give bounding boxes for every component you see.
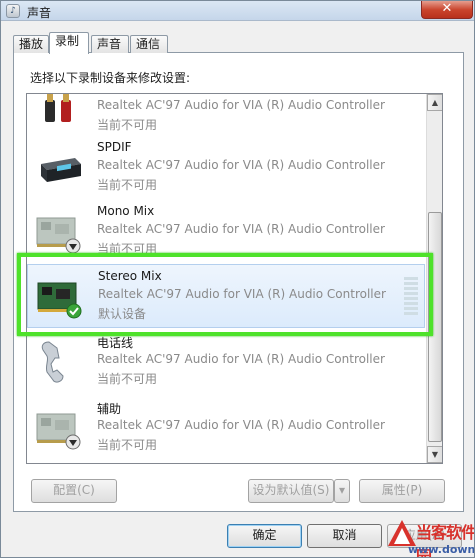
watermark: 当客软件园 www.downkr.com xyxy=(386,518,475,557)
device-item[interactable]: 辅助 Realtek AC'97 Audio for VIA (R) Audio… xyxy=(27,396,425,460)
scroll-down-arrow-icon[interactable]: ▼ xyxy=(427,446,442,463)
device-description: Realtek AC'97 Audio for VIA (R) Audio Co… xyxy=(97,352,385,366)
device-status: 当前不可用 xyxy=(97,118,158,132)
properties-button[interactable]: 属性(P) xyxy=(359,479,445,503)
device-name: 辅助 xyxy=(97,402,122,416)
device-description: Realtek AC'97 Audio for VIA (R) Audio Co… xyxy=(97,222,385,236)
device-description: Realtek AC'97 Audio for VIA (R) Audio Co… xyxy=(98,287,386,301)
scroll-up-arrow-icon[interactable]: ▲ xyxy=(427,94,442,111)
tab-playback[interactable]: 播放 xyxy=(13,35,49,53)
device-status: 当前不可用 xyxy=(97,242,158,256)
device-description: Realtek AC'97 Audio for VIA (R) Audio Co… xyxy=(97,158,385,172)
device-item[interactable]: Realtek AC'97 Audio for VIA (R) Audio Co… xyxy=(27,94,425,140)
device-description: Realtek AC'97 Audio for VIA (R) Audio Co… xyxy=(97,418,385,432)
set-default-button[interactable]: 设为默认值(S) xyxy=(248,479,334,503)
tab-communications[interactable]: 通信 xyxy=(130,35,168,53)
window-title: 声音 xyxy=(27,6,52,20)
tab-recording[interactable]: 录制 xyxy=(49,32,89,54)
device-name: SPDIF xyxy=(97,140,132,154)
device-item[interactable]: Mono Mix Realtek AC'97 Audio for VIA (R)… xyxy=(27,200,425,264)
instruction-text: 选择以下录制设备来修改设置: xyxy=(30,71,191,85)
device-item[interactable]: SPDIF Realtek AC'97 Audio for VIA (R) Au… xyxy=(27,136,425,200)
title-bar[interactable]: ♪ 声音 ✕ xyxy=(1,1,474,21)
spdif-device-icon xyxy=(41,158,81,182)
device-status: 当前不可用 xyxy=(97,438,158,452)
watermark-url: www.downkr.com xyxy=(408,543,475,556)
ok-button[interactable]: 确定 xyxy=(227,524,302,548)
sound-card-disabled-icon xyxy=(36,217,81,254)
device-item[interactable]: 电话线 Realtek AC'97 Audio for VIA (R) Audi… xyxy=(27,330,425,394)
configure-button[interactable]: 配置(C) xyxy=(31,479,117,503)
speaker-app-icon: ♪ xyxy=(6,4,20,18)
telephone-icon xyxy=(41,341,64,383)
level-meter xyxy=(404,277,418,317)
vertical-scrollbar[interactable]: ▲ ▼ xyxy=(426,94,442,463)
rca-cable-icon xyxy=(45,94,71,122)
sound-card-disabled-icon xyxy=(36,413,81,450)
device-name: Stereo Mix xyxy=(98,269,162,283)
sound-card-default-icon xyxy=(37,282,82,319)
cancel-button[interactable]: 取消 xyxy=(307,524,382,548)
sound-dialog-window: ♪ 声音 ✕ 播放 录制 声音 通信 选择以下录制设备来修改设置: Realte… xyxy=(0,0,475,558)
device-status: 默认设备 xyxy=(98,307,147,321)
device-status: 当前不可用 xyxy=(97,178,158,192)
device-item-selected[interactable]: Stereo Mix Realtek AC'97 Audio for VIA (… xyxy=(27,264,425,328)
device-description: Realtek AC'97 Audio for VIA (R) Audio Co… xyxy=(97,98,385,112)
device-name: 电话线 xyxy=(97,336,134,350)
tab-sounds[interactable]: 声音 xyxy=(91,35,129,53)
device-name: Mono Mix xyxy=(97,204,155,218)
set-default-dropdown[interactable]: ▾ xyxy=(334,479,350,503)
recording-device-list[interactable]: Realtek AC'97 Audio for VIA (R) Audio Co… xyxy=(26,93,443,464)
device-status: 当前不可用 xyxy=(97,372,158,386)
scrollbar-thumb[interactable] xyxy=(428,212,442,442)
close-button[interactable]: ✕ xyxy=(421,1,473,19)
